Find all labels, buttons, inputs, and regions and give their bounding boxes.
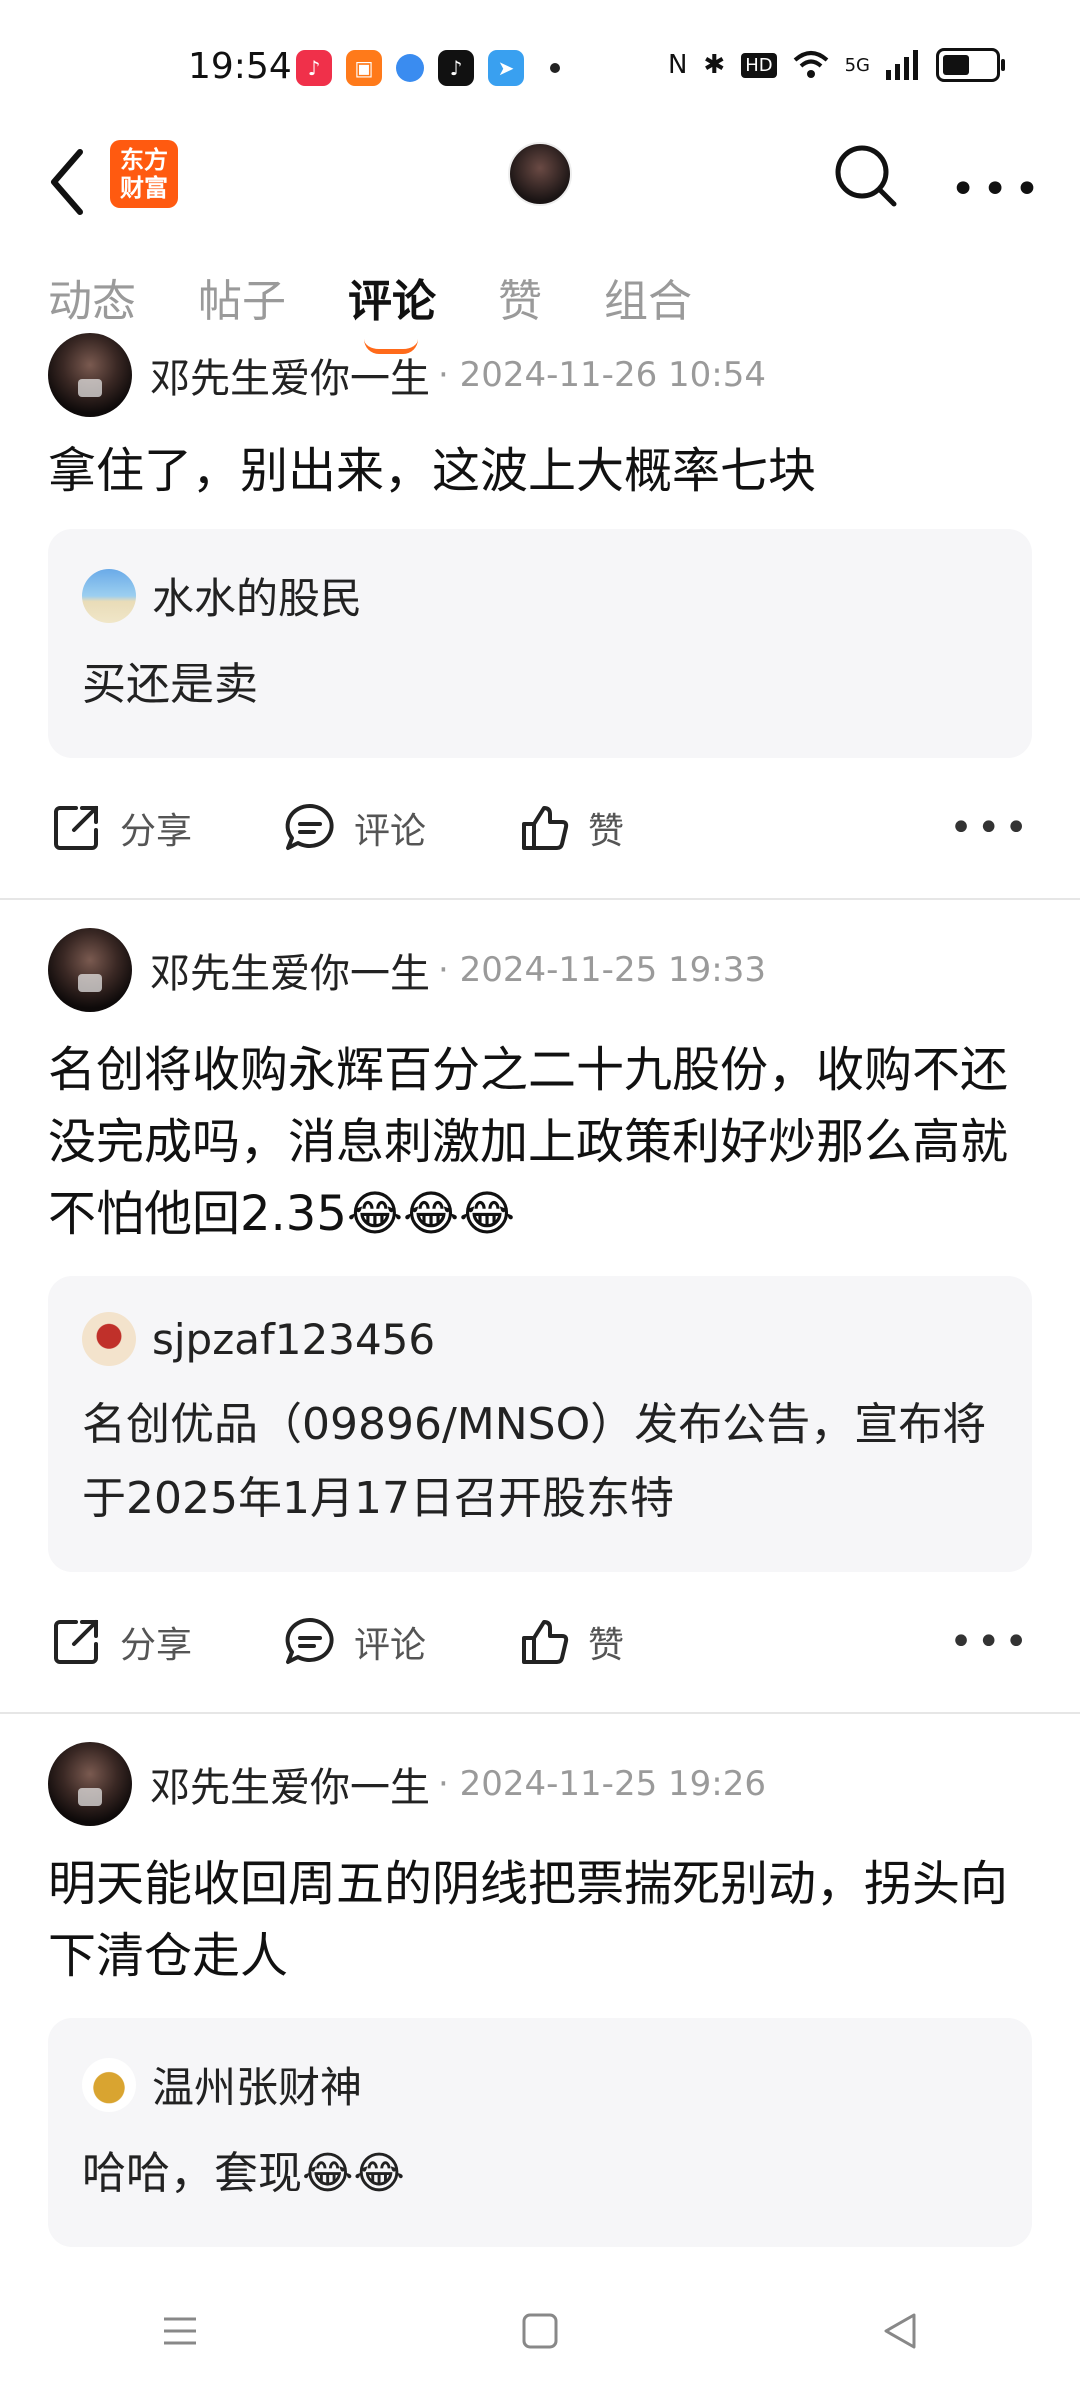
quoted-post[interactable]: 温州张财神 哈哈，套现😂😂 (48, 2018, 1032, 2247)
comment-text: 拿住了，别出来，这波上大概率七块 (48, 443, 817, 499)
share-icon (54, 806, 98, 850)
avatar (82, 2057, 136, 2112)
author-name[interactable]: 邓先生爱你一生 (150, 346, 430, 404)
home-icon[interactable] (518, 2309, 562, 2353)
post-time: · 2024-11-25 19:33 (438, 950, 766, 990)
tab-activity[interactable]: 动态 (48, 265, 136, 329)
quoted-text: 名创优品（09896/MNSO）发布公告，宣布将于2025年1月17日召开股东特 (82, 1399, 987, 1524)
system-icons: N ✱ HD 5G (667, 48, 1005, 82)
like-label: 赞 (588, 1625, 625, 1666)
quoted-post[interactable]: 水水的股民 买还是卖 (48, 529, 1032, 758)
share-icon (54, 1620, 98, 1664)
comment-feed: 邓先生爱你一生 · 2024-11-26 10:54 拿住了，别出来，这波上大概… (0, 333, 1080, 2247)
tiktok-icon: ♪ (438, 50, 474, 86)
like-button[interactable]: 赞 (516, 800, 624, 856)
more-icon[interactable]: ••• (949, 1619, 1032, 1665)
quoted-post[interactable]: sjpzaf123456 名创优品（09896/MNSO）发布公告，宣布将于20… (48, 1276, 1032, 1572)
system-navigation-bar (0, 2262, 1080, 2400)
browser-app-icon (396, 54, 424, 82)
signal-icon (886, 50, 918, 80)
author-name[interactable]: 邓先生爱你一生 (150, 941, 430, 999)
comment-icon (285, 1617, 334, 1664)
profile-tabs: 动态 帖子 评论 赞 组合 (48, 265, 754, 354)
comment-label: 评论 (354, 1625, 427, 1666)
comment-icon (285, 803, 334, 850)
quoted-user-name[interactable]: sjpzaf123456 (152, 1315, 435, 1364)
music-app-icon: ♪ (296, 50, 332, 86)
like-label: 赞 (588, 811, 625, 852)
post-time: · 2024-11-26 10:54 (438, 355, 766, 395)
quoted-text: 哈哈，套现😂😂 (82, 2148, 405, 2199)
comment-item[interactable]: 邓先生爱你一生 · 2024-11-25 19:33 名创将收购永辉百分之二十九… (0, 920, 1080, 1712)
status-bar: 19:54 ♪ ▣ ♪ ➤ N ✱ HD 5G (0, 0, 1080, 130)
action-bar: 分享 评论 赞 ••• (48, 1572, 1032, 1712)
tab-likes[interactable]: 赞 (498, 265, 542, 329)
telegram-icon: ➤ (488, 50, 524, 86)
post-time: · 2024-11-25 19:26 (438, 1764, 766, 1804)
notification-icons: ♪ ▣ ♪ ➤ (296, 50, 560, 86)
thumbs-up-icon (522, 806, 569, 850)
back-triangle-icon[interactable] (878, 2309, 922, 2353)
more-options-icon[interactable]: ••• (950, 164, 1046, 215)
avatar (82, 568, 136, 623)
share-label: 分享 (120, 1625, 193, 1666)
quoted-text: 买还是卖 (82, 659, 258, 710)
status-time: 19:54 (188, 46, 292, 87)
thumbs-up-icon (522, 1620, 569, 1664)
comment-text: 名创将收购永辉百分之二十九股份，收购不还没完成吗，消息刺激加上政策利好炒那么高就… (48, 1042, 1009, 1242)
tab-comments[interactable]: 评论 (348, 265, 436, 354)
network-label: 5G (844, 54, 870, 76)
profile-avatar[interactable] (508, 142, 572, 206)
top-bar: 东方财富 ••• (0, 130, 1080, 240)
bluetooth-icon: ✱ (703, 50, 726, 80)
comment-text: 明天能收回周五的阴线把票揣死别动，拐头向下清仓走人 (48, 1856, 1009, 1984)
comment-button[interactable]: 评论 (282, 1614, 426, 1670)
divider (0, 1712, 1080, 1714)
hd-icon: HD (741, 52, 777, 78)
like-button[interactable]: 赞 (516, 1614, 624, 1670)
quoted-user-name[interactable]: 温州张财神 (152, 2054, 362, 2115)
app-logo: 东方财富 (110, 140, 178, 208)
share-label: 分享 (120, 811, 193, 852)
more-notifications-dot (550, 63, 560, 73)
quoted-user-name[interactable]: 水水的股民 (152, 565, 362, 626)
more-icon[interactable]: ••• (949, 805, 1032, 851)
comment-label: 评论 (354, 811, 427, 852)
comment-item[interactable]: 邓先生爱你一生 · 2024-11-25 19:26 明天能收回周五的阴线把票揣… (0, 1734, 1080, 2247)
share-button[interactable]: 分享 (48, 800, 192, 856)
action-bar: 分享 评论 赞 ••• (48, 758, 1032, 898)
author-name[interactable]: 邓先生爱你一生 (150, 1755, 430, 1813)
shopping-app-icon: ▣ (346, 50, 382, 86)
search-icon[interactable] (830, 140, 902, 212)
avatar[interactable] (48, 333, 132, 417)
back-arrow-icon[interactable] (44, 142, 94, 222)
avatar[interactable] (48, 1742, 132, 1826)
share-button[interactable]: 分享 (48, 1614, 192, 1670)
battery-icon (936, 48, 1005, 82)
avatar (82, 1312, 136, 1366)
wifi-icon (793, 51, 828, 78)
comment-button[interactable]: 评论 (282, 800, 426, 856)
nfc-icon: N (667, 50, 688, 80)
divider (0, 898, 1080, 900)
avatar[interactable] (48, 928, 132, 1012)
tab-posts[interactable]: 帖子 (198, 265, 286, 329)
menu-icon[interactable] (158, 2309, 202, 2353)
comment-item[interactable]: 邓先生爱你一生 · 2024-11-26 10:54 拿住了，别出来，这波上大概… (0, 333, 1080, 898)
tab-portfolio[interactable]: 组合 (604, 265, 692, 329)
